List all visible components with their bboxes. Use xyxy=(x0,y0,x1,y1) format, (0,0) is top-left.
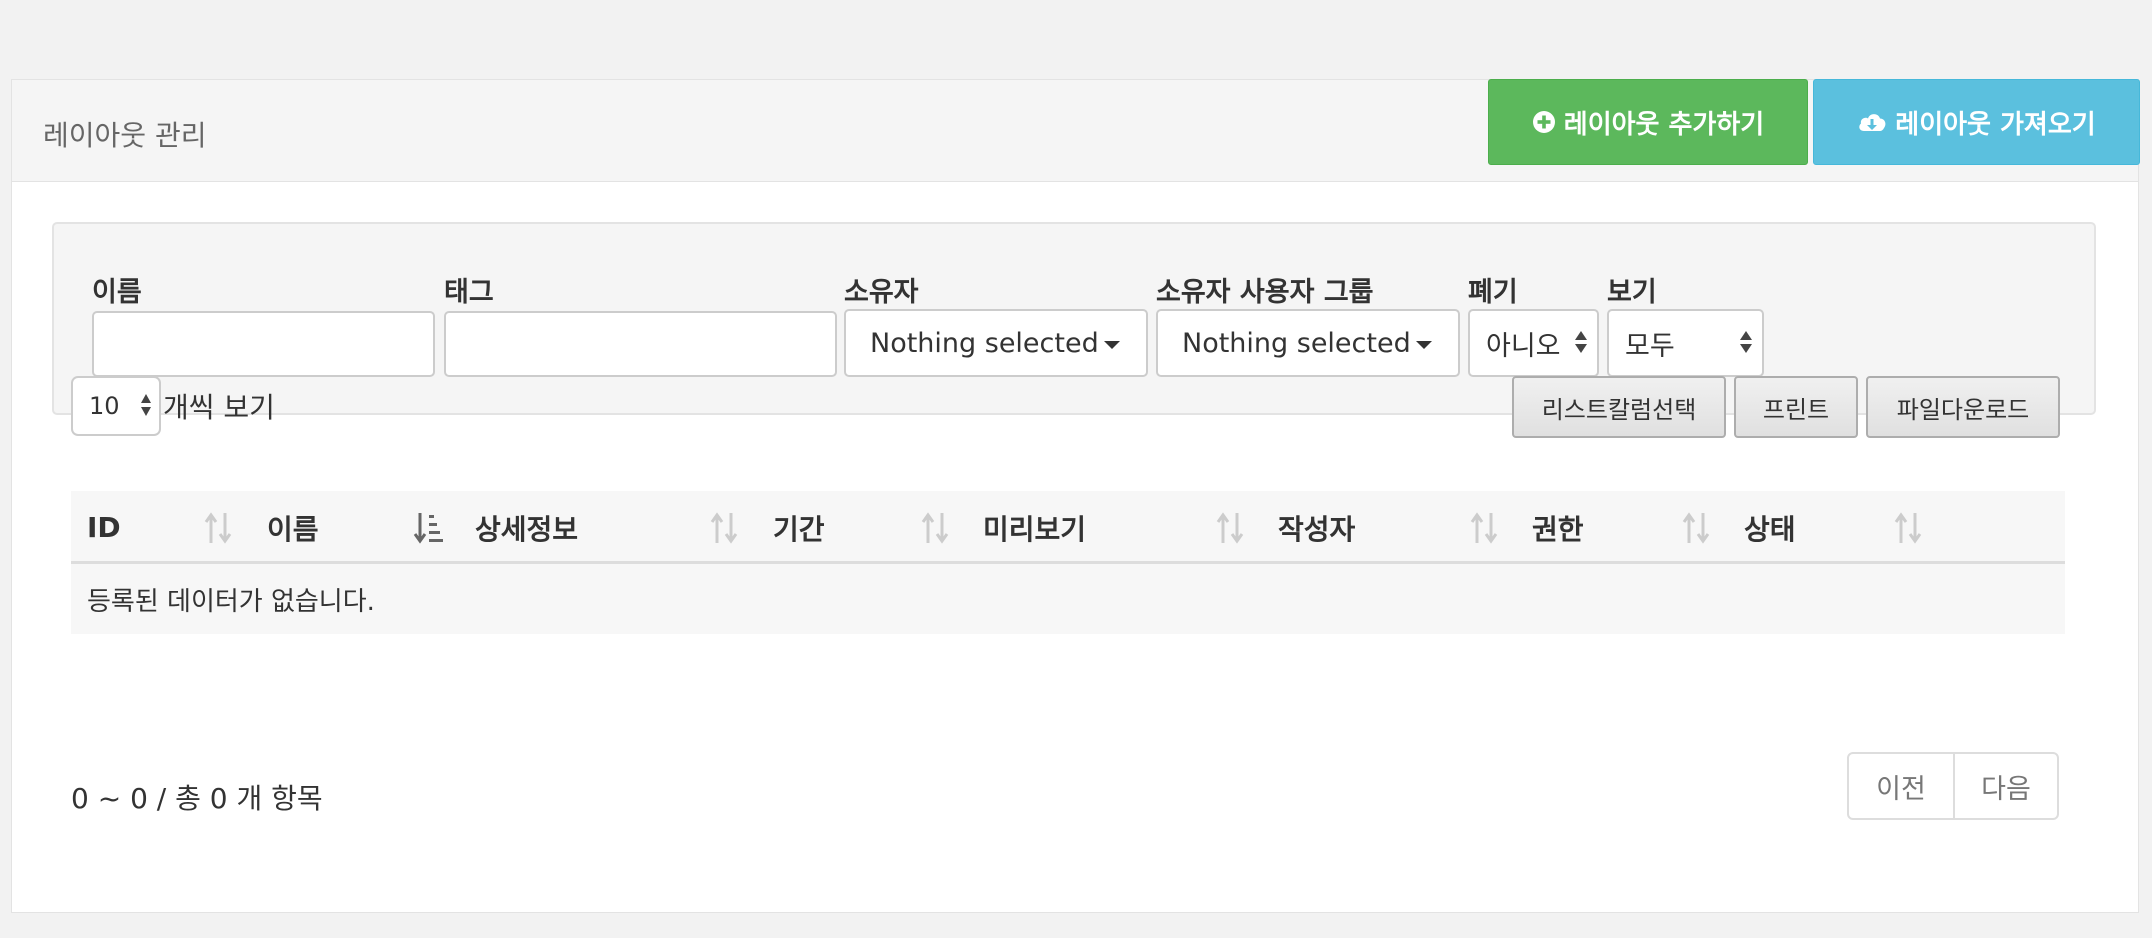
download-button[interactable]: 파일다운로드 xyxy=(1866,376,2060,438)
next-page-button[interactable]: 다음 xyxy=(1953,754,2057,818)
cloud-download-icon xyxy=(1859,114,1886,131)
column-header-name[interactable]: 이름 xyxy=(267,491,319,564)
column-header-permission[interactable]: 권한 xyxy=(1532,491,1584,564)
select-arrows-icon xyxy=(1740,331,1752,353)
select-arrows-icon xyxy=(141,394,151,416)
view-filter-label: 보기 xyxy=(1607,277,1657,308)
name-filter-label: 이름 xyxy=(92,277,142,308)
print-button[interactable]: 프린트 xyxy=(1734,376,1858,438)
empty-table-row: 등록된 데이터가 없습니다. xyxy=(71,564,2065,634)
name-filter-input[interactable] xyxy=(92,311,435,377)
column-header-status[interactable]: 상태 xyxy=(1744,491,1796,564)
empty-message: 등록된 데이터가 없습니다. xyxy=(87,586,375,617)
import-layout-button[interactable]: 레이아웃 가져오기 xyxy=(1813,79,2140,165)
view-filter-value: 모두 xyxy=(1625,330,1675,362)
sort-icon[interactable] xyxy=(1469,511,1501,545)
page-size-value: 10 xyxy=(89,392,120,420)
table-summary: 0 ~ 0 / 총 0 개 항목 xyxy=(71,782,323,815)
tag-filter-input[interactable] xyxy=(444,311,837,377)
add-layout-button[interactable]: 레이아웃 추가하기 xyxy=(1488,79,1808,165)
sort-icon[interactable] xyxy=(1681,511,1713,545)
select-arrows-icon xyxy=(1575,331,1587,353)
tag-filter-label: 태그 xyxy=(444,277,494,308)
plus-circle-icon xyxy=(1532,111,1555,133)
page-size-select[interactable]: 10 xyxy=(71,376,161,436)
column-select-button[interactable]: 리스트칼럼선택 xyxy=(1512,376,1726,438)
sort-ascending-icon[interactable] xyxy=(413,511,445,545)
column-header-id[interactable]: ID xyxy=(87,491,121,564)
layout-table: ID 이름 상세정보 기간 미리보기 작성자 권한 상태 등록된 데이터가 없습… xyxy=(71,491,2065,634)
discard-filter-label: 폐기 xyxy=(1468,277,1518,308)
owner-filter-label: 소유자 xyxy=(844,277,919,308)
owner-group-filter-select[interactable]: Nothing selected xyxy=(1156,309,1460,377)
discard-filter-value: 아니오 xyxy=(1486,330,1561,362)
import-layout-label: 레이아웃 가져오기 xyxy=(1895,109,2096,140)
pagination: 이전 다음 xyxy=(1847,752,2059,820)
column-header-author[interactable]: 작성자 xyxy=(1278,491,1355,564)
page-size-label: 개씩 보기 xyxy=(163,391,275,424)
column-header-details[interactable]: 상세정보 xyxy=(475,491,578,564)
column-header-period[interactable]: 기간 xyxy=(773,491,825,564)
discard-filter-select[interactable]: 아니오 xyxy=(1468,309,1599,377)
owner-filter-value: Nothing selected xyxy=(870,327,1099,359)
column-header-preview[interactable]: 미리보기 xyxy=(983,491,1086,564)
sort-icon[interactable] xyxy=(203,511,235,545)
owner-filter-select[interactable]: Nothing selected xyxy=(844,309,1148,377)
owner-group-filter-label: 소유자 사용자 그룹 xyxy=(1156,277,1374,308)
sort-icon[interactable] xyxy=(709,511,741,545)
sort-icon[interactable] xyxy=(1215,511,1247,545)
prev-page-button[interactable]: 이전 xyxy=(1849,754,1953,818)
sort-icon[interactable] xyxy=(920,511,952,545)
caret-down-icon xyxy=(1416,341,1432,349)
add-layout-label: 레이아웃 추가하기 xyxy=(1563,109,1765,140)
table-header: ID 이름 상세정보 기간 미리보기 작성자 권한 상태 xyxy=(71,491,2065,564)
page-title: 레이아웃 관리 xyxy=(43,119,207,152)
view-filter-select[interactable]: 모두 xyxy=(1607,309,1764,377)
caret-down-icon xyxy=(1104,341,1120,349)
owner-group-filter-value: Nothing selected xyxy=(1182,327,1411,359)
sort-icon[interactable] xyxy=(1893,511,1925,545)
